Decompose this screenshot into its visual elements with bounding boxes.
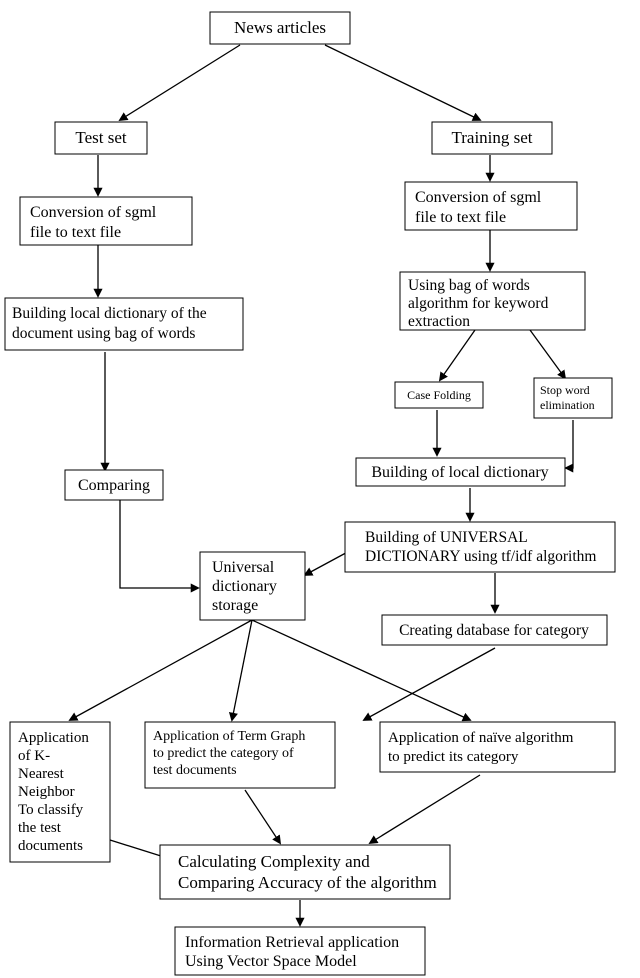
label-line: documents [18,838,83,854]
label-line: Application of naïve algorithm [388,730,574,746]
label-line: Information Retrieval application [185,934,399,951]
label-line: To classify [18,802,84,818]
edge [232,620,252,720]
label: Creating database for category [399,622,589,639]
label-line: Conversion of sgml [415,189,542,206]
label-line: Neighbor [18,784,75,800]
label-line: storage [212,597,258,614]
edge [364,648,495,720]
edge [530,330,565,378]
flowchart-diagram: News articles Test set Training set Conv… [0,0,640,978]
label-line: Application [18,730,89,746]
label: Training set [451,128,532,147]
label-line: DICTIONARY using tf/idf algorithm [365,548,596,565]
label-line: file to text file [415,209,506,226]
edge [245,790,280,843]
label-line: elimination [540,398,595,412]
label-line: test documents [153,763,237,778]
label: Comparing [78,477,150,494]
edge [120,45,240,120]
label-line: file to text file [30,224,121,241]
edge [440,330,475,380]
label-line: to predict the category of [153,746,294,761]
label-line: Stop word [540,383,590,397]
label-line: Universal [212,559,275,576]
label-line: algorithm for keyword [408,295,549,312]
edge [566,420,573,468]
label-line: to predict its category [388,749,519,765]
label-line: Using Vector Space Model [185,953,357,970]
label-line: of K- [18,748,50,764]
label-line: Application of Term Graph [153,729,305,744]
label-line: Comparing Accuracy of the algorithm [178,873,437,892]
edge [120,500,198,588]
edge [70,620,252,720]
edge [370,775,480,843]
label-line: Building local dictionary of the [12,305,207,322]
label: News articles [234,18,326,37]
label-line: Using bag of words [408,277,530,294]
label: Building of local dictionary [371,464,548,481]
label-line: Nearest [18,766,65,782]
label-line: dictionary [212,578,277,595]
label-line: Calculating Complexity and [178,852,370,871]
label: Case Folding [407,388,471,402]
label-line: document using bag of words [12,325,195,342]
edge [325,45,480,120]
label: Test set [75,128,126,147]
label-line: the test [18,820,62,836]
label-line: extraction [408,313,470,330]
label-line: Building of UNIVERSAL [365,529,528,546]
label-line: Conversion of sgml [30,204,157,221]
